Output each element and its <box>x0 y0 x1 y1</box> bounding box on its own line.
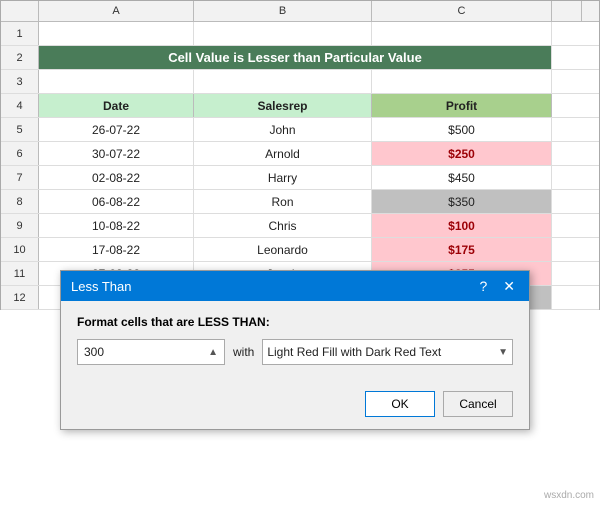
row-num-4: 4 <box>1 94 39 117</box>
cell-profit-5: $500 <box>372 118 552 141</box>
row-num-12: 12 <box>1 286 39 309</box>
cell-salesrep-10: Leonardo <box>194 238 372 261</box>
cell-date-8: 06-08-22 <box>39 190 194 213</box>
col-header-b: A <box>39 1 194 21</box>
cell-profit-10: $175 <box>372 238 552 261</box>
row-3: 3 <box>1 70 599 94</box>
row-num-7: 7 <box>1 166 39 189</box>
ok-button[interactable]: OK <box>365 391 435 417</box>
dialog-title: Less Than <box>71 279 131 294</box>
col-header-e <box>552 1 582 21</box>
table-row: 9 10-08-22 Chris $100 <box>1 214 599 238</box>
cell-b3 <box>39 70 194 93</box>
header-date: Date <box>39 94 194 117</box>
cell-profit-9: $100 <box>372 214 552 237</box>
with-label: with <box>233 345 254 359</box>
cell-c1 <box>194 22 372 45</box>
cell-date-7: 02-08-22 <box>39 166 194 189</box>
row-num-3: 3 <box>1 70 39 93</box>
dialog-window-controls: ? ✕ <box>475 278 519 295</box>
corner-cell <box>1 1 39 21</box>
col-headers-row: A B C <box>1 1 599 22</box>
table-row: 10 17-08-22 Leonardo $175 <box>1 238 599 262</box>
format-style-text: Light Red Fill with Dark Red Text <box>267 345 494 359</box>
row-num-9: 9 <box>1 214 39 237</box>
row-num-1: 1 <box>1 22 39 45</box>
table-row: 8 06-08-22 Ron $350 <box>1 190 599 214</box>
row-num-11: 11 <box>1 262 39 285</box>
row-num-10: 10 <box>1 238 39 261</box>
header-salesrep: Salesrep <box>194 94 372 117</box>
cell-salesrep-5: John <box>194 118 372 141</box>
table-row: 6 30-07-22 Arnold $250 <box>1 142 599 166</box>
title-cell: Cell Value is Lesser than Particular Val… <box>39 46 552 69</box>
table-row: 5 26-07-22 John $500 <box>1 118 599 142</box>
dialog-input-row: 300 ▲ with Light Red Fill with Dark Red … <box>77 339 513 365</box>
cell-d1 <box>372 22 552 45</box>
format-style-dropdown[interactable]: Light Red Fill with Dark Red Text ▼ <box>262 339 513 365</box>
dialog-help-button[interactable]: ? <box>475 278 491 294</box>
cancel-button[interactable]: Cancel <box>443 391 513 417</box>
header-profit: Profit <box>372 94 552 117</box>
cell-profit-8: $350 <box>372 190 552 213</box>
cell-date-10: 17-08-22 <box>39 238 194 261</box>
cell-salesrep-6: Arnold <box>194 142 372 165</box>
cell-salesrep-9: Chris <box>194 214 372 237</box>
watermark: wsxdn.com <box>544 490 594 501</box>
cell-profit-7: $450 <box>372 166 552 189</box>
cell-date-9: 10-08-22 <box>39 214 194 237</box>
input-value-text: 300 <box>84 345 104 359</box>
cell-salesrep-8: Ron <box>194 190 372 213</box>
cell-date-5: 26-07-22 <box>39 118 194 141</box>
cell-b1 <box>39 22 194 45</box>
dialog-body: Format cells that are LESS THAN: 300 ▲ w… <box>61 301 529 387</box>
cell-date-6: 30-07-22 <box>39 142 194 165</box>
dialog-titlebar: Less Than ? ✕ <box>61 271 529 301</box>
row-2: 2 Cell Value is Lesser than Particular V… <box>1 46 599 70</box>
col-header-d: C <box>372 1 552 21</box>
cell-profit-6: $250 <box>372 142 552 165</box>
row-num-2: 2 <box>1 46 39 69</box>
row-num-8: 8 <box>1 190 39 213</box>
cell-c3 <box>194 70 372 93</box>
row-1: 1 <box>1 22 599 46</box>
dialog-instruction-label: Format cells that are LESS THAN: <box>77 315 513 329</box>
col-header-c: B <box>194 1 372 21</box>
table-row: 7 02-08-22 Harry $450 <box>1 166 599 190</box>
less-than-dialog: Less Than ? ✕ Format cells that are LESS… <box>60 270 530 430</box>
row-num-6: 6 <box>1 142 39 165</box>
cell-salesrep-7: Harry <box>194 166 372 189</box>
less-than-input[interactable]: 300 ▲ <box>77 339 225 365</box>
input-up-arrow-icon[interactable]: ▲ <box>208 347 218 358</box>
dialog-footer: OK Cancel <box>61 387 529 429</box>
dialog-close-button[interactable]: ✕ <box>499 278 519 295</box>
spreadsheet: A B C 1 2 Cell Value is Lesser than Part… <box>0 0 600 310</box>
cell-d3 <box>372 70 552 93</box>
table-header-row: 4 Date Salesrep Profit <box>1 94 599 118</box>
dropdown-arrow-icon: ▼ <box>498 347 508 358</box>
row-num-5: 5 <box>1 118 39 141</box>
